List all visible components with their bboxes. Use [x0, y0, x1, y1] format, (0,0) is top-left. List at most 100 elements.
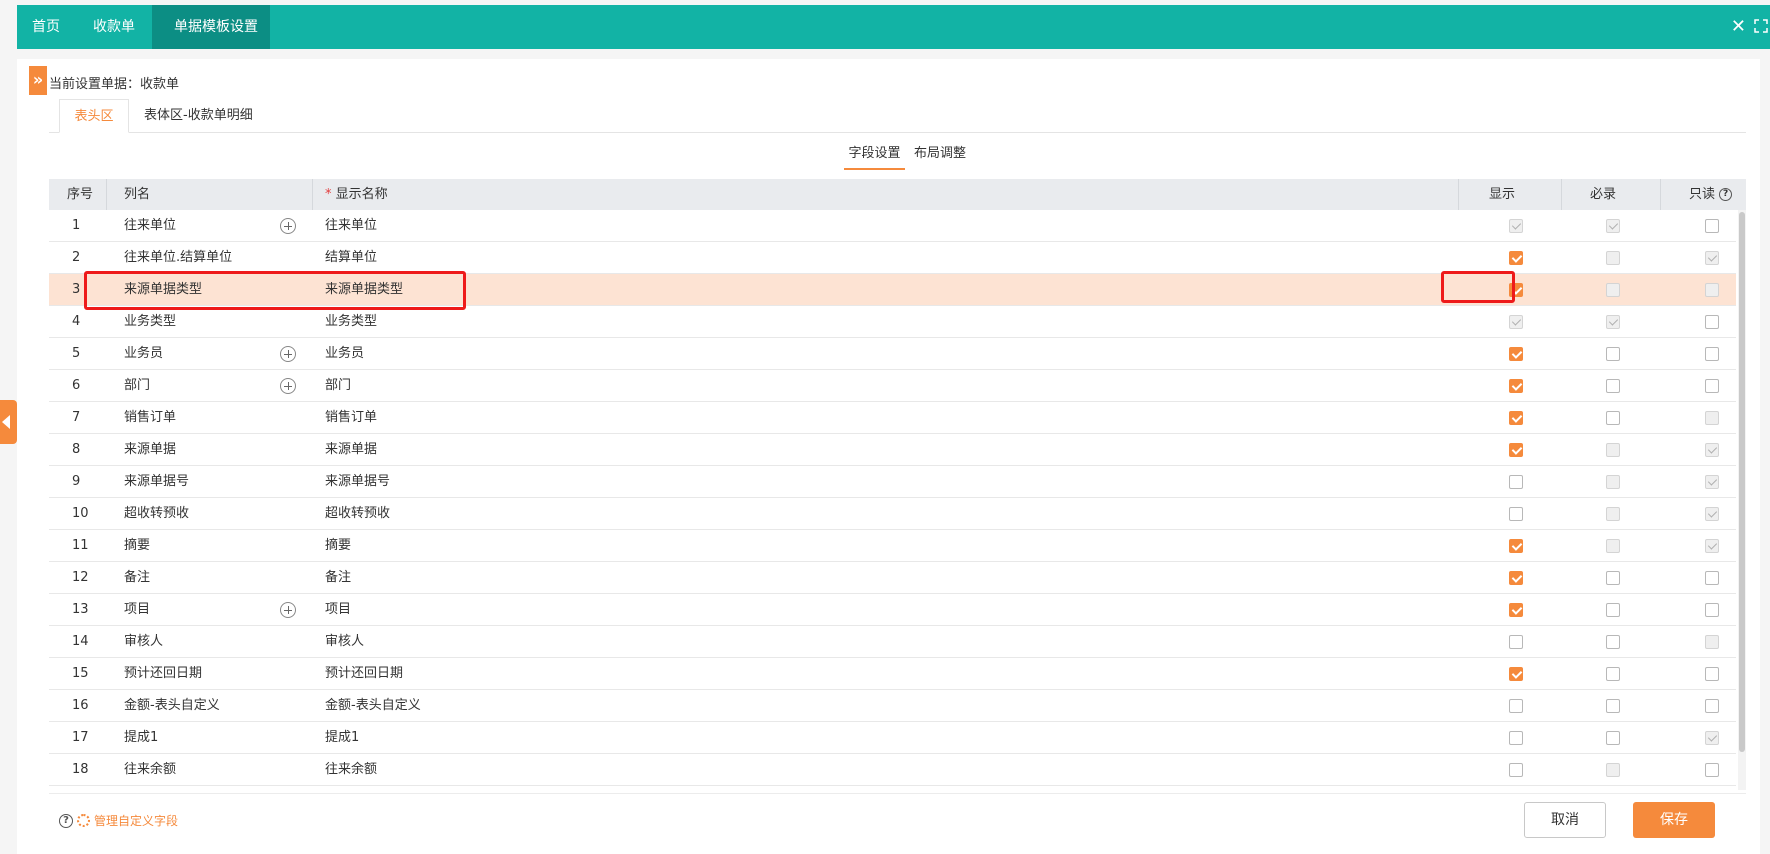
row-display-name[interactable]: 金额-表头自定义	[325, 690, 421, 722]
row-display-name[interactable]: 备注	[325, 562, 351, 594]
readonly-checkbox[interactable]	[1705, 763, 1719, 777]
table-row[interactable]: 4 业务类型 业务类型	[49, 306, 1736, 338]
required-checkbox[interactable]	[1606, 635, 1620, 649]
show-checkbox[interactable]	[1509, 763, 1523, 777]
tab-layout-adjust[interactable]: 布局调整	[914, 145, 966, 170]
show-checkbox[interactable]	[1509, 539, 1523, 553]
add-icon[interactable]	[280, 346, 296, 362]
row-display-name[interactable]: 审核人	[325, 626, 364, 658]
row-display-name[interactable]: 提成1	[325, 722, 359, 754]
row-display-name[interactable]: 来源单据号	[325, 466, 390, 498]
row-display-name[interactable]: 部门	[325, 370, 351, 402]
table-row[interactable]: 5 业务员 业务员	[49, 338, 1736, 370]
show-checkbox[interactable]	[1509, 603, 1523, 617]
save-button[interactable]: 保存	[1633, 802, 1715, 838]
table-row[interactable]: 2 往来单位.结算单位 结算单位	[49, 242, 1736, 274]
tab-header-area[interactable]: 表头区	[59, 99, 129, 133]
tab-template-settings[interactable]: 单据模板设置×	[152, 5, 270, 80]
readonly-checkbox[interactable]	[1705, 347, 1719, 361]
row-display-name[interactable]: 业务类型	[325, 306, 377, 338]
annotation-box-checkbox	[1441, 271, 1515, 303]
show-checkbox[interactable]	[1509, 411, 1523, 425]
help-icon[interactable]: ?	[1719, 188, 1733, 201]
readonly-checkbox[interactable]	[1705, 219, 1719, 233]
row-display-name[interactable]: 预计还回日期	[325, 658, 403, 690]
show-checkbox[interactable]	[1509, 379, 1523, 393]
cancel-button[interactable]: 取消	[1524, 802, 1606, 838]
manage-custom-fields-link[interactable]: 管理自定义字段	[94, 812, 178, 830]
window-close-icon[interactable]: ✕	[1731, 5, 1746, 49]
add-icon[interactable]	[280, 378, 296, 394]
add-icon[interactable]	[280, 602, 296, 618]
row-display-name[interactable]: 超收转预收	[325, 498, 390, 530]
row-index: 12	[72, 570, 89, 585]
required-checkbox[interactable]	[1606, 379, 1620, 393]
show-checkbox[interactable]	[1509, 443, 1523, 457]
required-checkbox[interactable]	[1606, 347, 1620, 361]
show-checkbox[interactable]	[1509, 635, 1523, 649]
row-display-name[interactable]: 业务员	[325, 338, 364, 370]
row-column-name: 往来余额	[124, 762, 177, 777]
required-checkbox[interactable]	[1606, 603, 1620, 617]
table-row[interactable]: 15 预计还回日期 预计还回日期	[49, 658, 1736, 690]
table-row[interactable]: 1 往来单位 往来单位	[49, 210, 1736, 242]
readonly-checkbox[interactable]	[1705, 379, 1719, 393]
required-checkbox[interactable]	[1606, 699, 1620, 713]
readonly-checkbox[interactable]	[1705, 571, 1719, 585]
readonly-checkbox[interactable]	[1705, 667, 1719, 681]
required-checkbox[interactable]	[1606, 667, 1620, 681]
show-checkbox[interactable]	[1509, 507, 1523, 521]
show-checkbox[interactable]	[1509, 667, 1523, 681]
row-index: 2	[72, 250, 81, 265]
required-checkbox[interactable]	[1606, 571, 1620, 585]
show-checkbox	[1509, 219, 1523, 233]
row-column-name: 部门	[124, 378, 151, 393]
row-display-name[interactable]: 项目	[325, 594, 351, 626]
row-display-name[interactable]: 来源单据	[325, 434, 377, 466]
table-row[interactable]: 9 来源单据号 来源单据号	[49, 466, 1736, 498]
table-row[interactable]: 12 备注 备注	[49, 562, 1736, 594]
row-display-name[interactable]: 往来单位	[325, 210, 377, 242]
row-display-name[interactable]: 往来余额	[325, 754, 377, 786]
tab-field-settings[interactable]: 字段设置	[844, 145, 905, 170]
required-checkbox[interactable]	[1606, 731, 1620, 745]
readonly-checkbox[interactable]	[1705, 603, 1719, 617]
tab-receipt[interactable]: 收款单×	[75, 5, 152, 80]
tab-body-area[interactable]: 表体区-收款单明细	[144, 99, 253, 133]
help-icon[interactable]: ?	[59, 814, 73, 828]
table-row[interactable]: 17 提成1 提成1	[49, 722, 1736, 754]
expand-icon[interactable]: »	[29, 66, 47, 95]
table-row[interactable]: 6 部门 部门	[49, 370, 1736, 402]
tab-home[interactable]: 首页	[17, 5, 75, 49]
add-icon[interactable]	[280, 218, 296, 234]
row-display-name[interactable]: 销售订单	[325, 402, 377, 434]
row-column-name: 预计还回日期	[124, 666, 203, 681]
readonly-checkbox[interactable]	[1705, 315, 1719, 329]
header-column: 列名	[124, 187, 151, 202]
table-row[interactable]: 7 销售订单 销售订单	[49, 402, 1736, 434]
sidebar-toggle-icon[interactable]	[0, 400, 17, 444]
show-checkbox[interactable]	[1509, 731, 1523, 745]
fullscreen-icon[interactable]	[1754, 19, 1768, 33]
readonly-checkbox[interactable]	[1705, 699, 1719, 713]
show-checkbox[interactable]	[1509, 475, 1523, 489]
table-row[interactable]: 10 超收转预收 超收转预收	[49, 498, 1736, 530]
row-display-name[interactable]: 结算单位	[325, 242, 377, 274]
table-row[interactable]: 16 金额-表头自定义 金额-表头自定义	[49, 690, 1736, 722]
row-display-name[interactable]: 摘要	[325, 530, 351, 562]
required-checkbox[interactable]	[1606, 411, 1620, 425]
required-checkbox	[1606, 251, 1620, 265]
required-checkbox	[1606, 219, 1620, 233]
table-row[interactable]: 11 摘要 摘要	[49, 530, 1736, 562]
show-checkbox[interactable]	[1509, 347, 1523, 361]
scrollbar-thumb[interactable]	[1739, 212, 1745, 752]
show-checkbox[interactable]	[1509, 699, 1523, 713]
table-row[interactable]: 18 往来余额 往来余额	[49, 754, 1736, 786]
header-divider	[1660, 179, 1661, 210]
row-column-name: 业务员	[124, 346, 164, 361]
table-row[interactable]: 8 来源单据 来源单据	[49, 434, 1736, 466]
show-checkbox[interactable]	[1509, 251, 1523, 265]
table-row[interactable]: 13 项目 项目	[49, 594, 1736, 626]
show-checkbox[interactable]	[1509, 571, 1523, 585]
table-row[interactable]: 14 审核人 审核人	[49, 626, 1736, 658]
